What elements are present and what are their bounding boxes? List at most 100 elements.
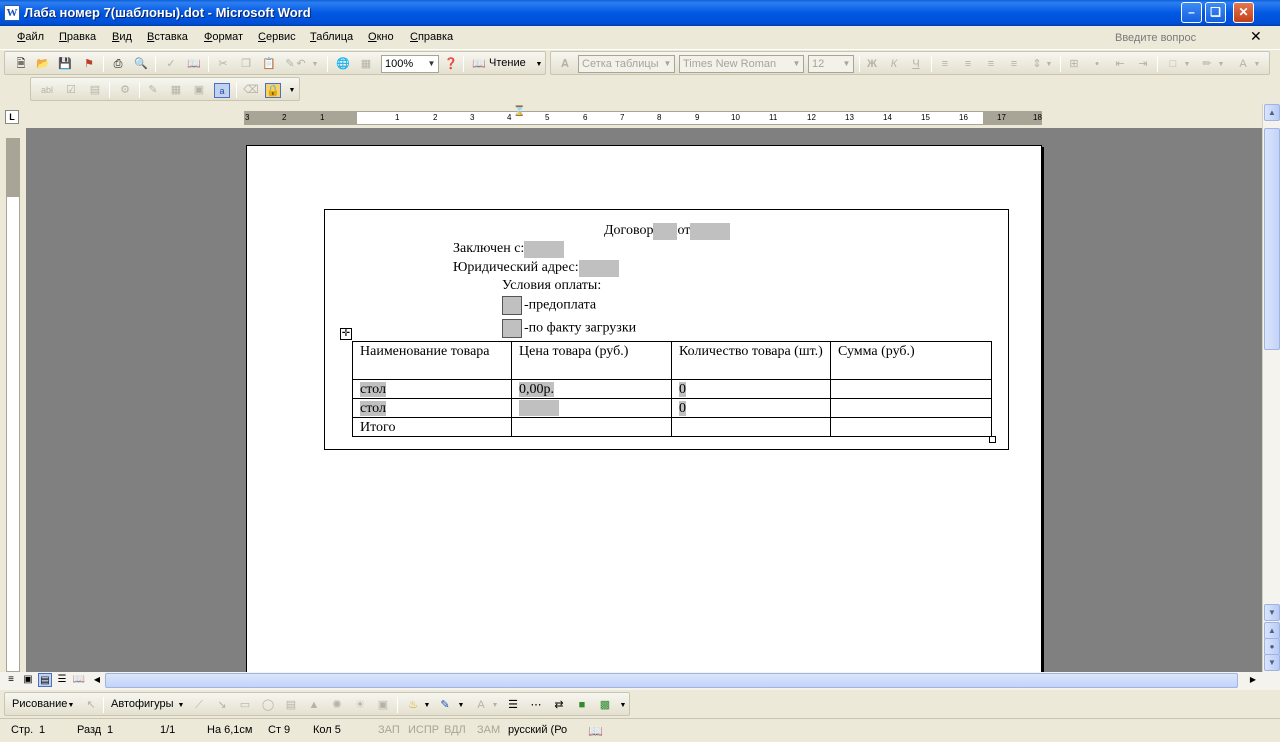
autoshapes-dropdown-icon[interactable]: ▼	[177, 698, 185, 713]
line-icon[interactable]: ⟋	[191, 698, 207, 713]
quantity-field[interactable]: 0	[679, 401, 686, 416]
menu-help[interactable]: Справка	[410, 31, 453, 43]
justify-icon[interactable]: ≡	[1006, 57, 1022, 72]
autoshapes-button[interactable]: Автофигуры	[111, 698, 174, 710]
text-form-field-icon[interactable]: abl	[39, 83, 55, 98]
drawing-font-color-dropdown-icon[interactable]: ▼	[491, 698, 499, 713]
align-left-icon[interactable]: ≡	[937, 57, 953, 72]
table-move-handle-icon[interactable]: ✛	[340, 328, 352, 340]
new-document-icon[interactable]: 🗎	[13, 57, 29, 72]
decrease-indent-icon[interactable]: ⇤	[1112, 57, 1128, 72]
research-icon[interactable]: 📖	[186, 57, 202, 72]
style-select[interactable]: Сетка таблицы ▼	[578, 55, 675, 73]
zoom-select[interactable]: 100% ▼	[381, 55, 439, 73]
paste-icon[interactable]: 📋	[261, 57, 277, 72]
select-browse-object-icon[interactable]: ●	[1264, 638, 1280, 655]
normal-view-icon[interactable]: ≡	[4, 673, 18, 687]
save-icon[interactable]: 💾	[57, 57, 73, 72]
form-field-shading-icon[interactable]: a	[214, 83, 230, 98]
menu-tools[interactable]: Сервис	[258, 31, 296, 43]
insert-hyperlink-icon[interactable]: 🌐	[335, 57, 351, 72]
font-color-icon[interactable]: A	[1235, 57, 1251, 72]
font-color-dropdown-icon[interactable]: ▼	[1253, 57, 1261, 72]
reading-layout-icon[interactable]: 📖	[471, 57, 487, 72]
print-icon[interactable]: ⎙	[110, 57, 126, 72]
header-sum[interactable]: Сумма (руб.)	[830, 341, 992, 380]
menu-table[interactable]: Таблица	[310, 31, 353, 43]
diagram-icon[interactable]: ✺	[329, 698, 345, 713]
3d-style-icon[interactable]: ▩	[597, 698, 613, 713]
wordart-icon[interactable]: ▲	[306, 698, 322, 713]
spelling-icon[interactable]: ✓	[163, 57, 179, 72]
close-window-button[interactable]: ✕	[1233, 2, 1254, 23]
protect-form-icon[interactable]: 🔒	[265, 83, 281, 98]
font-select[interactable]: Times New Roman ▼	[679, 55, 804, 73]
horizontal-ruler[interactable]: 3 2 1 1 2 3 4 5 6 7 8 9 10 11 12 13 14 1…	[244, 106, 1042, 125]
undo-icon[interactable]: ↶	[293, 57, 309, 72]
next-page-icon[interactable]: ▼	[1264, 654, 1280, 671]
fill-color-icon[interactable]: ♨	[405, 698, 421, 713]
numbering-icon[interactable]: ⊞	[1066, 57, 1082, 72]
insert-table-icon[interactable]: ▦	[168, 83, 184, 98]
tab-selector[interactable]: L	[5, 110, 19, 124]
vertical-ruler[interactable]	[6, 138, 20, 672]
client-name-field[interactable]	[524, 241, 565, 258]
status-language[interactable]: русский (Ро	[508, 724, 567, 736]
menu-format[interactable]: Формат	[204, 31, 243, 43]
on-loading-checkbox[interactable]	[502, 319, 522, 338]
draw-menu-button[interactable]: Рисование	[12, 698, 67, 710]
price-field[interactable]	[519, 400, 559, 416]
contract-number-field[interactable]	[653, 223, 678, 240]
open-folder-icon[interactable]: 📂	[35, 57, 51, 72]
help-icon[interactable]: ❓	[443, 57, 459, 72]
menu-view[interactable]: Вид	[112, 31, 132, 43]
checkbox-form-field-icon[interactable]: ☑	[63, 83, 79, 98]
menu-window[interactable]: Окно	[368, 31, 394, 43]
status-overtype[interactable]: ЗАМ	[477, 724, 500, 736]
document-area[interactable]: Договор от Заключен с: Юридический адрес:…	[26, 128, 1262, 672]
insert-frame-icon[interactable]: ▣	[191, 83, 207, 98]
forms-toolbar-options-icon[interactable]: ▼	[288, 83, 296, 98]
scroll-left-icon[interactable]: ◀	[90, 673, 104, 687]
table-resize-handle[interactable]	[989, 436, 996, 443]
reading-layout-button[interactable]: Чтение	[489, 57, 526, 69]
oval-icon[interactable]: ◯	[260, 698, 276, 713]
borders-icon[interactable]: □	[1165, 57, 1181, 72]
menu-file[interactable]: Файл	[17, 31, 44, 43]
reset-form-fields-icon[interactable]: ⌫	[243, 83, 259, 98]
drawing-toolbar-options-icon[interactable]: ▼	[619, 698, 627, 713]
total-label[interactable]: Итого	[352, 417, 512, 437]
ask-question-input[interactable]: Введите вопрос	[1112, 30, 1240, 46]
header-name[interactable]: Наименование товара	[352, 341, 512, 380]
clip-art-icon[interactable]: ☀	[352, 698, 368, 713]
arrow-style-icon[interactable]: ⇄	[551, 698, 567, 713]
scroll-right-icon[interactable]: ▶	[1246, 673, 1260, 687]
shadow-style-icon[interactable]: ■	[574, 698, 590, 713]
scroll-down-icon[interactable]: ▼	[1264, 604, 1280, 621]
styles-icon[interactable]: 𝐀	[557, 57, 573, 72]
header-quantity[interactable]: Количество товара (шт.)	[671, 341, 831, 380]
prepayment-checkbox[interactable]	[502, 296, 522, 315]
text-box-icon[interactable]: ▤	[283, 698, 299, 713]
drawing-font-color-icon[interactable]: A	[473, 698, 489, 713]
sum-cell[interactable]	[830, 379, 992, 399]
bullets-icon[interactable]: •	[1089, 57, 1105, 72]
previous-page-icon[interactable]: ▲	[1264, 622, 1280, 639]
print-layout-icon[interactable]: ▤	[38, 673, 52, 687]
borders-dropdown-icon[interactable]: ▼	[1183, 57, 1191, 72]
outline-view-icon[interactable]: ☰	[55, 673, 69, 687]
status-track-changes[interactable]: ИСПР	[408, 724, 439, 736]
web-layout-icon[interactable]: ▣	[21, 673, 35, 687]
minimize-button[interactable]: –	[1181, 2, 1202, 23]
vertical-scrollbar[interactable]: ▲ ▼ ▲ ● ▼	[1262, 104, 1280, 672]
line-spacing-icon[interactable]: ⇕	[1029, 57, 1045, 72]
reading-view-icon[interactable]: 📖	[72, 673, 86, 687]
print-preview-icon[interactable]: 🔍	[133, 57, 149, 72]
permission-icon[interactable]: ⚑	[81, 57, 97, 72]
scroll-up-icon[interactable]: ▲	[1264, 104, 1280, 121]
menu-insert[interactable]: Вставка	[147, 31, 188, 43]
form-field-options-icon[interactable]: ⚙	[117, 83, 133, 98]
maximize-button[interactable]: ❑	[1205, 2, 1226, 23]
status-extend-selection[interactable]: ВДЛ	[444, 724, 466, 736]
italic-icon[interactable]: К	[886, 57, 902, 72]
